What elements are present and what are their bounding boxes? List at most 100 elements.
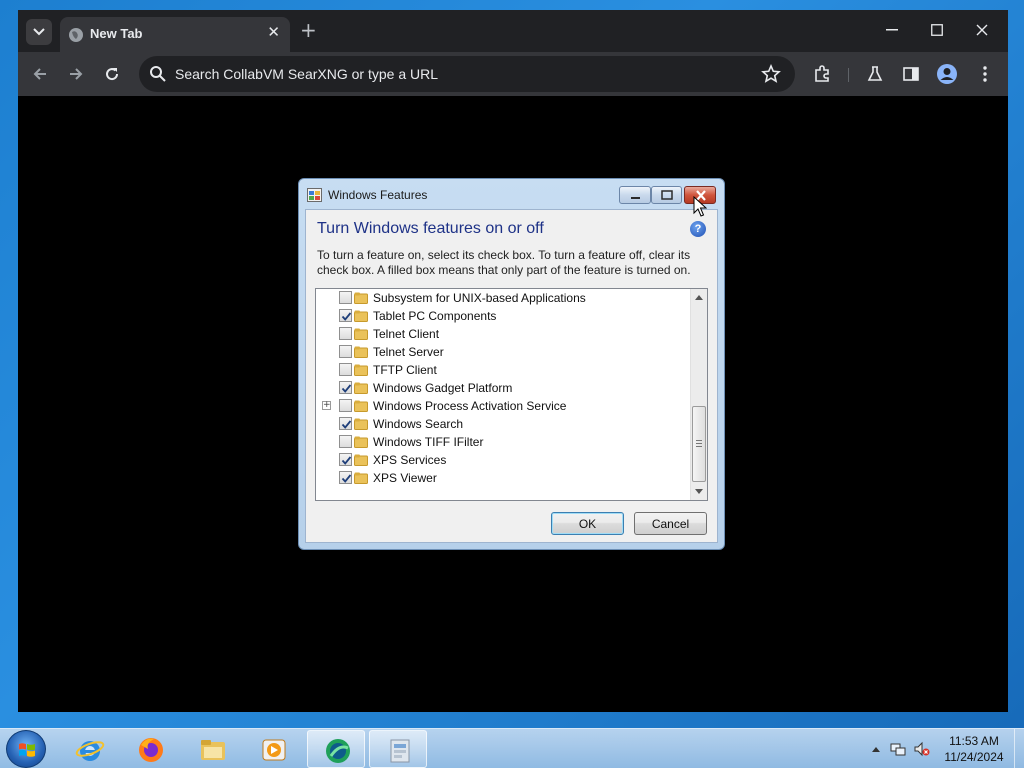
- feature-label: Telnet Client: [373, 327, 440, 341]
- feature-checkbox[interactable]: [339, 309, 352, 322]
- tab-close-icon[interactable]: ✕: [267, 23, 280, 41]
- feature-checkbox[interactable]: [339, 363, 352, 376]
- feature-checkbox[interactable]: [339, 453, 352, 466]
- network-icon[interactable]: [890, 741, 906, 757]
- feature-checkbox[interactable]: [339, 345, 352, 358]
- internet-explorer-icon[interactable]: [60, 730, 118, 768]
- back-arrow-icon[interactable]: [28, 62, 52, 86]
- folder-icon: [354, 418, 368, 430]
- toolbar-separator: [848, 68, 849, 82]
- feature-item[interactable]: XPS Services: [316, 451, 690, 469]
- feature-label: Tablet PC Components: [373, 309, 497, 323]
- feature-item[interactable]: Windows Gadget Platform: [316, 379, 690, 397]
- dialog-heading: Turn Windows features on or off: [317, 220, 544, 237]
- feature-label: TFTP Client: [373, 363, 437, 377]
- feature-checkbox[interactable]: [339, 417, 352, 430]
- dialog-minimize-icon[interactable]: [619, 186, 651, 204]
- dialog-body: Turn Windows features on or off ? To tur…: [305, 209, 718, 543]
- volume-muted-icon[interactable]: [914, 741, 930, 757]
- feature-item[interactable]: Tablet PC Components: [316, 307, 690, 325]
- windows-features-icon: [307, 188, 322, 202]
- feature-checkbox[interactable]: [339, 381, 352, 394]
- windows-logo-icon: [19, 743, 35, 757]
- dialog-maximize-icon[interactable]: [651, 186, 682, 204]
- feature-item[interactable]: Telnet Client: [316, 325, 690, 343]
- firefox-icon[interactable]: [121, 730, 179, 768]
- feature-item[interactable]: Windows Search: [316, 415, 690, 433]
- clock-time: 11:53 AM: [949, 734, 999, 748]
- checkmark-icon: [341, 312, 352, 321]
- checkmark-icon: [341, 384, 352, 393]
- expand-icon[interactable]: +: [322, 401, 331, 410]
- folder-icon: [354, 346, 368, 358]
- show-desktop-button[interactable]: [1014, 729, 1024, 768]
- folder-icon: [354, 382, 368, 394]
- control-panel-icon[interactable]: [369, 730, 427, 768]
- feature-checkbox[interactable]: [339, 435, 352, 448]
- star-icon[interactable]: [761, 64, 781, 84]
- side-panel-icon[interactable]: [900, 63, 922, 85]
- windows-features-dialog: Windows Features Turn Windows features o…: [298, 178, 725, 550]
- clock[interactable]: 11:53 AM 11/24/2024: [934, 733, 1014, 765]
- folder-icon: [354, 436, 368, 448]
- scroll-thumb[interactable]: [692, 406, 706, 482]
- feature-label: XPS Viewer: [373, 471, 437, 485]
- reload-icon[interactable]: [100, 62, 124, 86]
- folder-icon: [354, 400, 368, 412]
- feature-label: Windows Gadget Platform: [373, 381, 513, 395]
- feature-item[interactable]: Telnet Server: [316, 343, 690, 361]
- cancel-button[interactable]: Cancel: [634, 512, 707, 535]
- checkmark-icon: [341, 474, 352, 483]
- search-icon: [150, 66, 166, 82]
- feature-checkbox[interactable]: [339, 291, 352, 304]
- feature-label: Subsystem for UNIX-based Applications: [373, 291, 586, 305]
- taskbar: 11:53 AM 11/24/2024: [0, 728, 1024, 768]
- feature-checkbox[interactable]: [339, 327, 352, 340]
- show-hidden-icons-icon[interactable]: [872, 741, 880, 757]
- feature-list[interactable]: Subsystem for UNIX-based Applications Tab…: [315, 288, 708, 501]
- feature-item[interactable]: XPS Viewer: [316, 469, 690, 487]
- address-bar[interactable]: Search CollabVM SearXNG or type a URL: [139, 56, 795, 92]
- feature-label: Windows Search: [373, 417, 464, 431]
- start-button[interactable]: [6, 730, 46, 768]
- feature-item[interactable]: TFTP Client: [316, 361, 690, 379]
- feature-item[interactable]: Subsystem for UNIX-based Applications: [316, 289, 690, 307]
- scroll-down-icon[interactable]: [691, 483, 707, 500]
- browser-toolbar: Search CollabVM SearXNG or type a URL: [18, 52, 1008, 96]
- labs-flask-icon[interactable]: [864, 63, 886, 85]
- maximize-icon[interactable]: [915, 16, 959, 44]
- chrome-browser-icon[interactable]: [307, 730, 365, 768]
- scroll-up-icon[interactable]: [691, 289, 707, 306]
- more-menu-icon[interactable]: [974, 63, 996, 85]
- close-icon[interactable]: [960, 16, 1004, 44]
- feature-label: XPS Services: [373, 453, 447, 467]
- new-tab-button[interactable]: +: [300, 20, 317, 40]
- forward-arrow-icon[interactable]: [64, 62, 88, 86]
- tab-title: New Tab: [90, 26, 143, 41]
- feature-label: Windows Process Activation Service: [373, 399, 567, 413]
- ok-button[interactable]: OK: [551, 512, 624, 535]
- tab-strip: New Tab ✕ +: [18, 10, 1008, 52]
- address-bar-placeholder: Search CollabVM SearXNG or type a URL: [175, 66, 438, 82]
- help-icon[interactable]: ?: [690, 221, 706, 237]
- file-explorer-icon[interactable]: [183, 730, 241, 768]
- feature-label: Telnet Server: [373, 345, 444, 359]
- folder-icon: [354, 454, 368, 466]
- folder-icon: [354, 364, 368, 376]
- media-player-icon[interactable]: [244, 730, 302, 768]
- dialog-title: Windows Features: [328, 188, 428, 202]
- feature-checkbox[interactable]: [339, 471, 352, 484]
- extensions-icon[interactable]: [811, 63, 833, 85]
- globe-icon: [69, 28, 83, 42]
- tab-new-tab[interactable]: New Tab ✕: [60, 17, 290, 52]
- tab-search-icon[interactable]: [26, 19, 52, 45]
- folder-icon: [354, 292, 368, 304]
- feature-item[interactable]: + Windows Process Activation Service: [316, 397, 690, 415]
- checkmark-icon: [341, 420, 352, 429]
- feature-item[interactable]: Windows TIFF IFilter: [316, 433, 690, 451]
- feature-checkbox[interactable]: [339, 399, 352, 412]
- minimize-icon[interactable]: [870, 16, 914, 44]
- folder-icon: [354, 310, 368, 322]
- feature-list-scrollbar[interactable]: [690, 289, 707, 500]
- profile-icon[interactable]: [936, 63, 958, 85]
